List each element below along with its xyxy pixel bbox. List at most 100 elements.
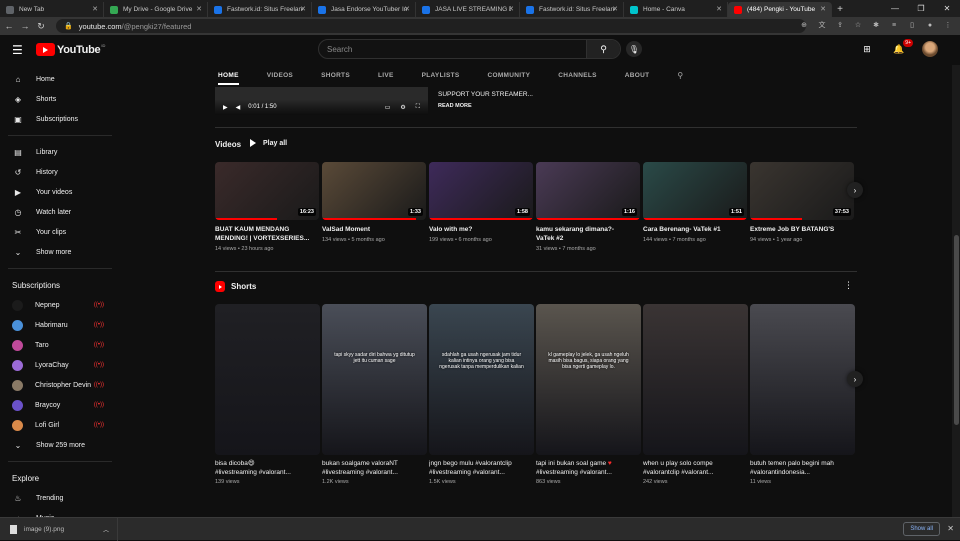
video-title[interactable]: Cara Berenang- VaTek #1 xyxy=(643,225,747,234)
short-card[interactable]: kl gameplay lo jelek, ga usah ngeluh mas… xyxy=(536,304,641,485)
video-card[interactable]: 37:53 Extreme Job BY BATANG'S 94 views • 1… xyxy=(750,162,854,243)
reading-list-icon[interactable]: ≡ xyxy=(888,19,900,31)
tab-about[interactable]: ABOUT xyxy=(625,65,650,85)
subscription-item[interactable]: LyoraChay ((•)) xyxy=(0,355,120,375)
video-thumbnail[interactable]: 1:33 xyxy=(322,162,426,220)
short-card[interactable]: butuh temen palo begini mah #valorantindo… xyxy=(750,304,855,485)
translate-icon[interactable]: 文 xyxy=(816,19,828,31)
featured-video-player[interactable]: ▶ ◀ 0:01 / 1:50 ▭ ⚙ ⛶ xyxy=(215,87,428,115)
hamburger-menu-icon[interactable]: ☰ xyxy=(12,43,23,57)
tab-close-icon[interactable]: ✕ xyxy=(612,5,618,13)
video-title[interactable]: Valo with me? xyxy=(429,225,533,234)
sidebar-item-shorts[interactable]: ◈ Shorts xyxy=(0,89,120,109)
short-card[interactable]: when u play solo compe #valorantclip #val… xyxy=(643,304,748,485)
videos-section-title[interactable]: Videos xyxy=(215,140,241,149)
share-icon[interactable]: ⇪ xyxy=(834,19,846,31)
browser-tab[interactable]: New Tab ✕ xyxy=(0,2,104,17)
browser-tab[interactable]: Jasa Endorse YouTuber Ini ✕ xyxy=(312,2,416,17)
subscription-item[interactable]: Braycoy ((•)) xyxy=(0,395,120,415)
short-thumbnail[interactable] xyxy=(750,304,855,455)
short-title[interactable]: tapi ini bukan soal game ♥ #livestreaming… xyxy=(536,459,641,477)
close-window-icon[interactable]: ✕ xyxy=(934,0,960,17)
youtube-logo[interactable]: YouTube ID xyxy=(36,43,105,56)
subscription-item[interactable]: Christopher Devin ((•)) xyxy=(0,375,120,395)
reload-icon[interactable]: ↻ xyxy=(34,19,48,33)
subscription-item[interactable]: Nepnep ((•)) xyxy=(0,295,120,315)
video-card[interactable]: 1:33 ValSad Moment 134 views • 5 months ag… xyxy=(322,162,426,243)
restore-icon[interactable]: ❐ xyxy=(908,0,934,17)
short-thumbnail[interactable]: sdahlah ga usah ngerusak jam tidur kalia… xyxy=(429,304,534,455)
tab-home[interactable]: HOME xyxy=(218,65,239,85)
sidebar-item-show-more[interactable]: ⌄ Show more xyxy=(0,242,120,262)
settings-gear-icon[interactable]: ⚙ xyxy=(400,104,405,111)
tab-shorts[interactable]: SHORTS xyxy=(321,65,350,85)
browser-tab[interactable]: JASA LIVE STREAMING DI ✕ xyxy=(416,2,520,17)
minimize-icon[interactable]: — xyxy=(882,0,908,17)
short-thumbnail[interactable] xyxy=(643,304,748,455)
sidebar-item-your-clips[interactable]: ✂ Your clips xyxy=(0,222,120,242)
sidebar-item-subscriptions[interactable]: ▣ Subscriptions xyxy=(0,109,120,129)
miniplayer-icon[interactable]: ▭ xyxy=(385,104,391,111)
install-icon[interactable]: ⊕ xyxy=(798,19,810,31)
extensions-icon[interactable]: ✱ xyxy=(870,19,882,31)
fullscreen-icon[interactable]: ⛶ xyxy=(416,104,420,111)
short-thumbnail[interactable] xyxy=(215,304,320,455)
bookmark-star-icon[interactable]: ☆ xyxy=(852,19,864,31)
sidebar-item-home[interactable]: ⌂ Home xyxy=(0,69,120,89)
sidebar-item-library[interactable]: ▤ Library xyxy=(0,142,120,162)
tab-live[interactable]: LIVE xyxy=(378,65,394,85)
browser-tab[interactable]: Fastwork.id: Situs Freelanc ✕ xyxy=(520,2,624,17)
sidebar-item-trending[interactable]: ♨ Trending xyxy=(0,488,120,508)
short-title[interactable]: jngn bego mulu #valorantclip #livestreami… xyxy=(429,459,534,477)
voice-search-icon[interactable]: 🎙 xyxy=(626,41,642,57)
new-tab-button[interactable]: + xyxy=(832,2,848,17)
shorts-section-title[interactable]: Shorts xyxy=(215,281,256,292)
video-card[interactable]: 16:23 BUAT KAUM MENDANG MENDING! | VORTEXS… xyxy=(215,162,319,252)
tab-close-icon[interactable]: ✕ xyxy=(196,5,202,13)
avatar[interactable] xyxy=(922,41,938,57)
subscription-item[interactable]: Habrimaru ((•)) xyxy=(0,315,120,335)
short-card[interactable]: bisa dicoba😄 #livestreaming #valorant... 1… xyxy=(215,304,320,485)
back-icon[interactable]: ← xyxy=(2,19,16,33)
short-thumbnail[interactable]: kl gameplay lo jelek, ga usah ngeluh mas… xyxy=(536,304,641,455)
video-title[interactable]: BUAT KAUM MENDANG MENDING! | VORTEXSERIES… xyxy=(215,225,319,243)
notifications-icon[interactable]: 🔔 9+ xyxy=(890,39,913,58)
tab-close-icon[interactable]: ✕ xyxy=(300,5,306,13)
video-thumbnail[interactable]: 1:16 xyxy=(536,162,640,220)
short-card[interactable]: tapi skyy sadar diri bahwa yg ditutup je… xyxy=(322,304,427,485)
forward-icon[interactable]: → xyxy=(18,19,32,33)
browser-tab[interactable]: My Drive - Google Drive ✕ xyxy=(104,2,208,17)
short-title[interactable]: when u play solo compe #valorantclip #val… xyxy=(643,459,748,477)
tab-close-icon[interactable]: ✕ xyxy=(508,5,514,13)
tab-channels[interactable]: CHANNELS xyxy=(558,65,597,85)
play-icon[interactable]: ▶ xyxy=(223,104,228,111)
browser-tab[interactable]: Fastwork.id: Situs Freelanc ✕ xyxy=(208,2,312,17)
video-title[interactable]: ValSad Moment xyxy=(322,225,426,234)
tab-close-icon[interactable]: ✕ xyxy=(92,5,98,13)
tab-playlists[interactable]: PLAYLISTS xyxy=(422,65,460,85)
short-card[interactable]: sdahlah ga usah ngerusak jam tidur kalia… xyxy=(429,304,534,485)
show-more-subscriptions[interactable]: ⌄ Show 259 more xyxy=(0,435,120,455)
video-title[interactable]: Extreme Job BY BATANG'S xyxy=(750,225,854,234)
video-thumbnail[interactable]: 37:53 xyxy=(750,162,854,220)
subscription-item[interactable]: Taro ((•)) xyxy=(0,335,120,355)
video-card[interactable]: 1:58 Valo with me? 199 views • 6 months ag… xyxy=(429,162,533,243)
videos-next-arrow-icon[interactable]: › xyxy=(847,182,863,198)
scrollbar-thumb[interactable] xyxy=(954,235,959,425)
tab-close-icon[interactable]: ✕ xyxy=(716,5,722,13)
show-all-button[interactable]: Show all xyxy=(903,522,940,536)
browser-tab[interactable]: (484) Pengki - YouTube ✕ xyxy=(728,2,832,17)
more-vert-icon[interactable]: ⋮ xyxy=(844,280,853,291)
close-icon[interactable]: ✕ xyxy=(947,524,954,533)
video-thumbnail[interactable]: 16:23 xyxy=(215,162,319,220)
chevron-up-icon[interactable]: ︿ xyxy=(103,525,109,534)
download-item[interactable]: image (9).png ︿ xyxy=(0,517,118,541)
create-video-icon[interactable]: ⊞ xyxy=(858,40,876,58)
page-scrollbar[interactable] xyxy=(952,65,960,517)
volume-icon[interactable]: ◀ xyxy=(236,104,241,111)
short-thumbnail[interactable]: tapi skyy sadar diri bahwa yg ditutup je… xyxy=(322,304,427,455)
search-input[interactable]: Search xyxy=(319,45,586,54)
sidebar-item-music[interactable]: ♪Music xyxy=(0,508,120,518)
sidebar-item-watch-later[interactable]: ◷ Watch later xyxy=(0,202,120,222)
sidebar-item-your-videos[interactable]: ▶ Your videos xyxy=(0,182,120,202)
